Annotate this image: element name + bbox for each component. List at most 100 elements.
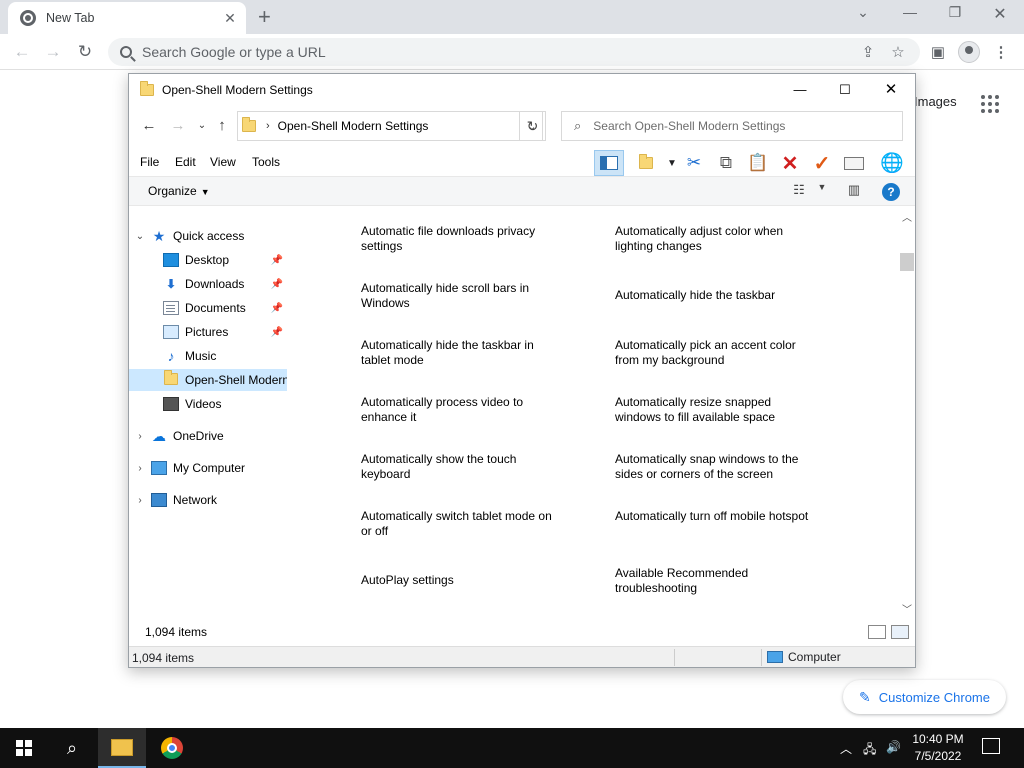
side-panel-icon[interactable]: ▣: [927, 42, 949, 64]
collapse-chevron-icon[interactable]: ›: [133, 495, 147, 506]
list-item[interactable]: AutoPlay settings: [361, 573, 561, 588]
internet-globe-icon[interactable]: 🌐: [877, 150, 907, 176]
list-item[interactable]: Automatically process video to enhance i…: [361, 395, 561, 425]
vertical-scrollbar[interactable]: ︿ ﹀: [899, 209, 915, 619]
omnibox[interactable]: [108, 38, 920, 66]
list-item[interactable]: Automatically pick an accent color from …: [615, 338, 815, 368]
list-item[interactable]: Automatically resize snapped windows to …: [615, 395, 815, 425]
address-path: Open-Shell Modern Settings: [277, 119, 429, 133]
paste-icon[interactable]: 📋: [743, 150, 773, 176]
breadcrumb-chevron-icon[interactable]: ›: [266, 120, 270, 132]
omnibox-input[interactable]: [142, 44, 742, 60]
nav-item-music[interactable]: ♪ Music: [129, 345, 287, 367]
share-icon[interactable]: ⇪: [857, 42, 879, 64]
taskbar-clock[interactable]: 10:40 PM 7/5/2022: [906, 731, 970, 765]
nav-item-my-computer[interactable]: › My Computer: [129, 457, 287, 479]
list-item[interactable]: Available Recommended troubleshooting: [615, 566, 815, 596]
list-item[interactable]: Automatically hide the taskbar: [615, 288, 815, 303]
explorer-close-icon[interactable]: ✕: [876, 80, 906, 100]
help-icon[interactable]: ?: [882, 183, 900, 201]
nav-item-onedrive[interactable]: › ☁ OneDrive: [129, 425, 287, 447]
nav-item-downloads[interactable]: ⬇ Downloads 📌: [129, 273, 287, 295]
restore-icon[interactable]: ❐: [940, 4, 970, 21]
explorer-minimize-icon[interactable]: —: [785, 80, 815, 100]
explorer-search-box[interactable]: ⌕: [561, 111, 903, 141]
bookmark-star-icon[interactable]: ☆: [887, 42, 909, 64]
view-options-dropdown-icon[interactable]: ▼: [812, 182, 832, 200]
organize-button[interactable]: Organize ▼: [148, 184, 210, 198]
collapse-chevron-icon[interactable]: ›: [133, 431, 147, 442]
list-item[interactable]: Automatically adjust color when lighting…: [615, 224, 815, 254]
nav-item-videos[interactable]: Videos: [129, 393, 287, 415]
list-item[interactable]: Automatically snap windows to the sides …: [615, 452, 815, 482]
explorer-forward-icon[interactable]: →: [167, 115, 189, 137]
explorer-search-input[interactable]: [593, 119, 884, 133]
scroll-up-icon[interactable]: ︿: [899, 209, 915, 225]
back-arrow-icon[interactable]: ←: [10, 40, 34, 64]
scroll-thumb[interactable]: [900, 253, 914, 271]
properties-check-icon[interactable]: ✓: [807, 150, 837, 176]
taskbar-chrome[interactable]: [148, 728, 196, 768]
nav-item-open-shell-modern[interactable]: Open-Shell Modern: [129, 369, 287, 391]
nav-item-pictures[interactable]: Pictures 📌: [129, 321, 287, 343]
list-item[interactable]: Automatic file downloads privacy setting…: [361, 224, 561, 254]
profile-avatar[interactable]: [958, 41, 980, 63]
list-item[interactable]: Automatically show the touch keyboard: [361, 452, 561, 482]
menu-tools[interactable]: Tools: [252, 155, 280, 169]
scroll-down-icon[interactable]: ﹀: [899, 601, 915, 617]
list-item[interactable]: Automatically switch tablet mode on or o…: [361, 509, 561, 539]
large-icons-view-icon[interactable]: [891, 625, 909, 639]
new-tab-button[interactable]: +: [258, 4, 271, 30]
customize-chrome-button[interactable]: ✎ Customize Chrome: [843, 680, 1006, 714]
nav-item-network[interactable]: › Network: [129, 489, 287, 511]
recent-locations-icon[interactable]: ⌄: [191, 115, 213, 137]
navigation-pane: ⌄ ★ Quick access Desktop 📌 ⬇ Downloads 📌…: [129, 214, 289, 614]
preview-pane-icon[interactable]: ▥: [844, 182, 864, 200]
nav-item-quick-access[interactable]: ⌄ ★ Quick access: [129, 225, 287, 247]
cut-icon[interactable]: ✂: [679, 150, 709, 176]
chrome-tabstrip: New Tab ✕ + ⌄ — ❐ ✕: [0, 0, 1024, 34]
volume-icon[interactable]: 🔊: [886, 740, 901, 754]
list-item[interactable]: Automatically hide scroll bars in Window…: [361, 281, 561, 311]
list-item[interactable]: Automatically turn off mobile hotspot: [615, 509, 815, 524]
list-item[interactable]: Automatically hide the taskbar in tablet…: [361, 338, 561, 368]
change-view-icon[interactable]: ☷: [789, 182, 809, 200]
address-folder-icon: [242, 117, 256, 132]
google-apps-icon[interactable]: [981, 95, 999, 113]
copy-icon[interactable]: ⧉: [711, 150, 741, 176]
chrome-menu-icon[interactable]: ⋮: [990, 42, 1012, 64]
reload-icon[interactable]: ↻: [73, 40, 97, 64]
nav-pane-toggle-icon[interactable]: [594, 150, 624, 176]
menu-file[interactable]: File: [140, 155, 159, 169]
taskbar-search-button[interactable]: ⌕: [48, 728, 96, 768]
images-link[interactable]: Images: [914, 94, 957, 109]
menu-edit[interactable]: Edit: [175, 155, 196, 169]
nav-item-label: Pictures: [185, 325, 229, 339]
details-view-icon[interactable]: [868, 625, 886, 639]
expand-chevron-icon[interactable]: ⌄: [133, 231, 147, 242]
tab-search-chevron-icon[interactable]: ⌄: [848, 4, 878, 21]
status-divider: [674, 649, 675, 666]
minimize-icon[interactable]: —: [895, 4, 925, 20]
tab-close-icon[interactable]: ✕: [218, 10, 242, 27]
up-level-icon[interactable]: ↑: [211, 115, 233, 137]
delete-icon[interactable]: ✕: [775, 150, 805, 176]
close-window-icon[interactable]: ✕: [985, 4, 1015, 24]
forward-arrow-icon[interactable]: →: [41, 40, 65, 64]
start-button[interactable]: [0, 728, 48, 768]
nav-item-desktop[interactable]: Desktop 📌: [129, 249, 287, 271]
email-icon[interactable]: [839, 150, 869, 176]
refresh-icon[interactable]: ↻: [519, 111, 546, 141]
explorer-maximize-icon[interactable]: ☐: [830, 80, 860, 100]
notification-center-icon[interactable]: [982, 738, 1000, 754]
explorer-titlebar[interactable]: Open-Shell Modern Settings — ☐ ✕: [129, 74, 915, 106]
menu-view[interactable]: View: [210, 155, 236, 169]
address-box[interactable]: › Open-Shell Modern Settings ⌄: [237, 111, 543, 141]
network-tray-icon[interactable]: 🖧: [863, 740, 876, 761]
taskbar-file-explorer[interactable]: [98, 728, 146, 768]
nav-item-documents[interactable]: Documents 📌: [129, 297, 287, 319]
explorer-back-icon[interactable]: ←: [138, 115, 160, 137]
show-hidden-icons-icon[interactable]: ︿: [840, 740, 852, 757]
chrome-tab-new-tab[interactable]: New Tab ✕: [8, 2, 246, 34]
collapse-chevron-icon[interactable]: ›: [133, 463, 147, 474]
